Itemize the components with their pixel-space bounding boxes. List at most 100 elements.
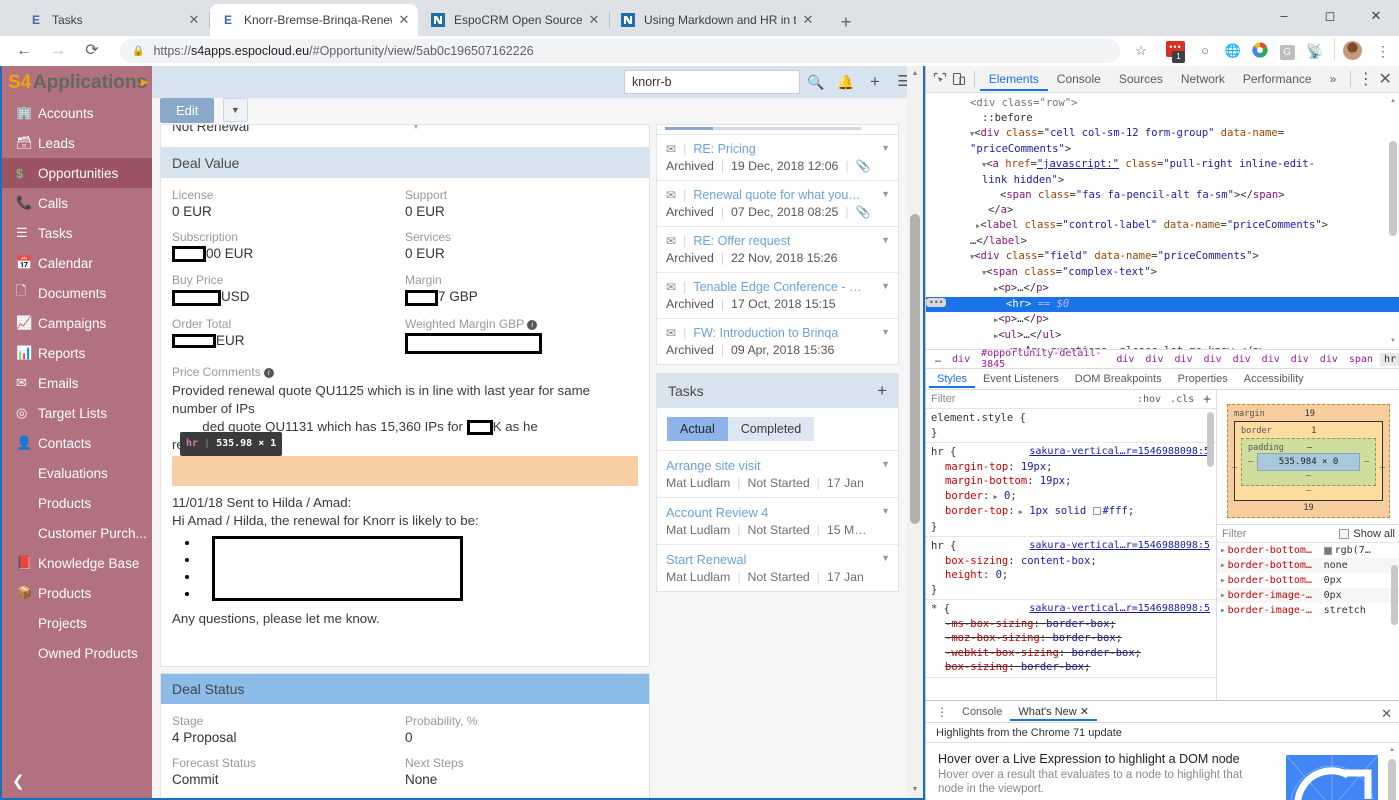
subtab-styles[interactable]: Styles [929,370,975,388]
sidebar-item-leads[interactable]: 🗃 Leads [2,128,152,158]
task-row[interactable]: Account Review 4 Mat Ludlam | Not Started… [657,498,898,545]
global-search-input[interactable]: knorr-b [624,70,800,94]
styles-scrollbar[interactable] [1206,412,1215,572]
margin-right-value[interactable]: – [1380,463,1385,473]
declaration[interactable]: border: ▶ 0; [931,489,1211,505]
dom-tree[interactable]: <div class="row"> ::before ▼<div class="… [926,94,1399,349]
devtools-tab-sources[interactable]: Sources [1110,67,1172,91]
kebab-menu-icon[interactable]: ⋮ [1356,67,1376,91]
task-name[interactable]: Account Review 4 [666,505,889,520]
devtools-tab-performance[interactable]: Performance [1234,67,1321,91]
back-icon[interactable]: ← [10,37,38,65]
node-menu-icon[interactable]: ••• [926,298,947,307]
task-name[interactable]: Arrange site visit [666,458,889,473]
checkbox-icon[interactable] [1339,528,1350,539]
expand-triangle-icon[interactable]: ▶ [1221,607,1225,614]
sidebar-item-opportunities[interactable]: $ Opportunities [2,158,152,188]
edit-button[interactable]: Edit [160,98,215,123]
email-row[interactable]: ✉ | Tenable Edge Conference - … Archived |… [657,273,898,319]
expand-triangle-icon[interactable]: ▶ [1221,577,1225,584]
tab-close-icon[interactable]: ✕ [800,12,816,28]
extension-badge-icon[interactable]: ••• 1 [1166,41,1185,63]
breadcrumb-item[interactable]: div [1316,353,1342,366]
declaration[interactable]: -webkit-box-sizing: border-box; [931,646,1211,661]
padding-bottom-value[interactable]: – [1248,471,1369,481]
style-rule[interactable]: hr {sakura-vertical…r=1546988098:5 box-s… [926,537,1216,600]
email-row[interactable]: ✉ | Renewal quote for what you… Archived |… [657,181,898,227]
css-value[interactable]: border-box [1052,632,1115,644]
reload-icon[interactable]: ⟳ [78,37,106,65]
scroll-up-arrow[interactable]: ▲ [1387,745,1397,755]
sidebar-item-tasks[interactable]: ☰ Tasks [2,218,152,248]
scroll-thumb[interactable] [1388,759,1396,800]
css-value[interactable]: 1px solid #fff [1029,505,1128,517]
sidebar-item-calls[interactable]: 📞 Calls [2,188,152,218]
tasks-filter-completed[interactable]: Completed [727,417,815,441]
profile-avatar[interactable] [1343,41,1362,60]
sidebar-item-target-lists[interactable]: ◎ Target Lists [2,398,152,428]
sidebar-item-knowledge-base[interactable]: 📕 Knowledge Base [2,548,152,578]
style-source-link[interactable]: sakura-vertical…r=1546988098:5 [1029,445,1210,460]
dom-node[interactable]: ▼<div class="field" data-name="priceComm… [926,249,1399,265]
dom-node[interactable]: </a> [926,203,1399,218]
window-minimize-button[interactable]: – [1261,0,1307,32]
chevron-down-icon[interactable]: ▼ [881,553,890,563]
email-subject[interactable]: RE: Offer request [693,234,790,248]
email-subject[interactable]: Tenable Edge Conference - … [693,280,861,294]
padding-left-value[interactable]: – [1248,457,1253,467]
chevron-down-icon[interactable]: ▼ [881,189,890,199]
sidebar-item-customer-purchases[interactable]: Customer Purch... [2,518,152,548]
drawer-tab-whats-new[interactable]: What's New ✕ [1010,702,1097,721]
window-maximize-button[interactable]: ◻ [1307,0,1353,32]
tab-close-icon[interactable]: ✕ [586,12,602,28]
css-value[interactable]: border-box [1071,647,1134,659]
scroll-down-arrow[interactable]: ▼ [907,782,923,798]
scroll-thumb[interactable] [665,127,713,130]
margin-top-value[interactable]: 19 [1305,409,1315,419]
dom-node[interactable]: <span class="fas fa-pencil-alt fa-sm"></… [926,188,1399,203]
email-list-scroll-indicator[interactable] [657,125,898,135]
chevron-down-icon[interactable]: ▼ [881,281,890,291]
whats-new-scrollbar[interactable]: ▲ ▼ [1387,745,1397,800]
cls-button[interactable]: .cls [1170,394,1194,405]
expand-triangle-icon[interactable]: ▶ [1221,547,1225,554]
padding-right-value[interactable]: – [1364,457,1369,467]
info-icon[interactable]: i [263,367,274,378]
task-row[interactable]: Start Renewal Mat Ludlam | Not Started | 1… [657,545,898,591]
subtab-properties[interactable]: Properties [1170,370,1236,388]
chevron-down-icon[interactable]: ▼ [881,143,890,153]
subtab-dom-breakpoints[interactable]: DOM Breakpoints [1067,370,1170,388]
bell-icon[interactable]: 🔔 [835,71,857,93]
email-subject[interactable]: RE: Pricing [693,142,756,156]
browser-tab-1[interactable]: E Knorr-Bremse-Brinqa-Renewal-2( ✕ [210,4,418,36]
device-toolbar-icon[interactable] [950,67,970,91]
breadcrumb-item[interactable]: span [1345,353,1377,366]
browser-tab-3[interactable]: Using Markdown and HR in text f ✕ [610,4,822,36]
task-name[interactable]: Start Renewal [666,552,889,567]
css-value[interactable]: 19px [1021,461,1046,473]
devtools-tab-network[interactable]: Network [1172,67,1234,91]
breadcrumb-overflow[interactable]: … [931,353,945,366]
style-source-link[interactable]: sakura-vertical…r=1546988098:5 [1029,602,1210,617]
devtools-tab-console[interactable]: Console [1048,67,1110,91]
tasks-filter-actual[interactable]: Actual [667,417,728,441]
box-model-content[interactable]: 535.984 × 0 [1257,453,1360,471]
extension-rss-icon[interactable]: 📡 [1304,40,1326,62]
breadcrumb-item-selected[interactable]: hr [1379,352,1399,366]
dom-node[interactable]: link hidden"> [926,173,1399,188]
css-value[interactable]: 19px [1040,475,1065,487]
devtools-more-tabs-button[interactable]: » [1321,67,1346,91]
padding-top-value[interactable]: – [1307,443,1312,453]
box-model-padding[interactable]: padding – – 535.984 × 0 – – [1241,438,1376,486]
css-value[interactable]: 0 [1004,490,1010,502]
styles-filter-input[interactable]: Filter [931,393,955,405]
dom-node[interactable]: "priceComments"> [926,142,1399,157]
bookmark-star-icon[interactable]: ☆ [1130,40,1152,62]
show-all-toggle[interactable]: Show all [1339,528,1395,540]
dom-node[interactable]: ▶<ul>…</ul> [926,328,1399,344]
declaration[interactable]: -moz-box-sizing: border-box; [931,631,1211,646]
browser-tab-2[interactable]: EspoCRM Open Source Commun ✕ [420,4,608,36]
extension-grammarly-icon[interactable]: G [1276,40,1298,62]
sidebar-item-projects[interactable]: Projects [2,608,152,638]
drawer-menu-icon[interactable]: ⋮ [930,705,954,719]
